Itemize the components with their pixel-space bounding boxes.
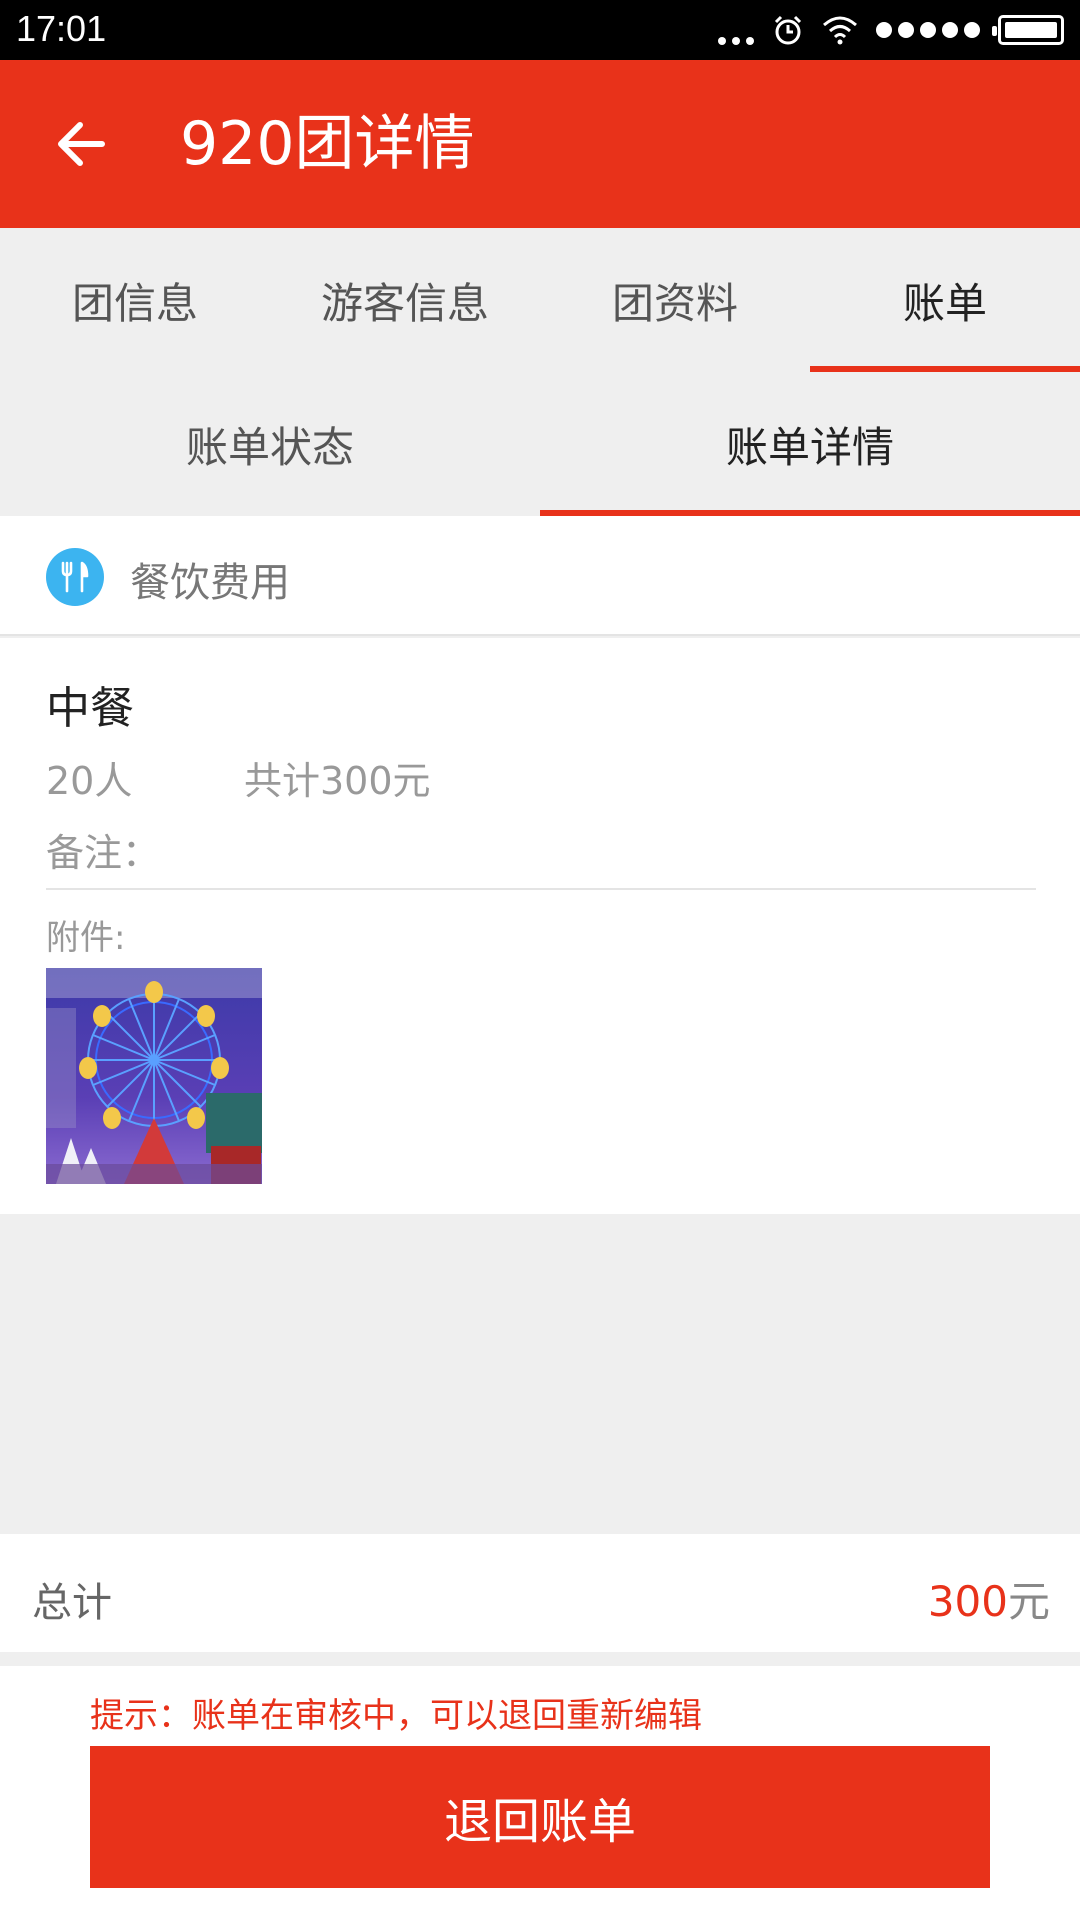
back-button[interactable] [44, 108, 116, 180]
category-label: 餐饮费用 [130, 560, 290, 606]
bill-item-total: 共计300元 [244, 759, 431, 803]
bill-item-title: 中餐 [46, 683, 134, 734]
total-amount: 300 [927, 1577, 1008, 1626]
tab-group-materials[interactable]: 团资料 [540, 228, 810, 372]
attachment-thumbnail[interactable] [46, 968, 262, 1184]
tab-bill[interactable]: 账单 [810, 228, 1080, 372]
fork-knife-icon [46, 548, 104, 606]
status-bar: 17:01 [0, 0, 1080, 60]
app-bar: 920团详情 [0, 60, 1080, 228]
tab-bill-details[interactable]: 账单详情 [540, 372, 1080, 516]
tab-group-info[interactable]: 团信息 [0, 228, 270, 372]
signal-strength-icon [876, 22, 980, 38]
total-label: 总计 [32, 1580, 112, 1626]
tab-bill-status[interactable]: 账单状态 [0, 372, 540, 516]
page-title: 920团详情 [180, 109, 475, 179]
wifi-icon [823, 16, 857, 45]
bill-item-remark-label: 备注： [46, 831, 161, 875]
alarm-icon [774, 15, 802, 45]
total-row: 总计 300元 [0, 1534, 1080, 1652]
battery-icon [992, 15, 1064, 45]
divider [46, 888, 1036, 890]
total-value: 300元 [928, 1568, 1050, 1629]
total-unit: 元 [1007, 1577, 1050, 1626]
status-icons [718, 10, 1064, 50]
sub-tabs: 账单状态 账单详情 [0, 372, 1080, 516]
main-tabs: 团信息 游客信息 团资料 账单 [0, 228, 1080, 372]
bill-item-card: 中餐 20人 共计300元 备注： 附件: [0, 638, 1080, 1214]
return-bill-button[interactable]: 退回账单 [90, 1746, 990, 1888]
tab-tourist-info[interactable]: 游客信息 [270, 228, 540, 372]
review-hint: 提示：账单在审核中，可以退回重新编辑 [90, 1696, 702, 1736]
attachment-label: 附件: [46, 918, 126, 958]
bill-item-people: 20人 [46, 759, 133, 803]
arrow-left-icon [58, 122, 105, 166]
status-time: 17:01 [16, 8, 107, 49]
more-notifications-icon [718, 15, 754, 45]
bottom-panel: 提示：账单在审核中，可以退回重新编辑 退回账单 [0, 1666, 1080, 1920]
category-header: 餐饮费用 [0, 516, 1080, 636]
